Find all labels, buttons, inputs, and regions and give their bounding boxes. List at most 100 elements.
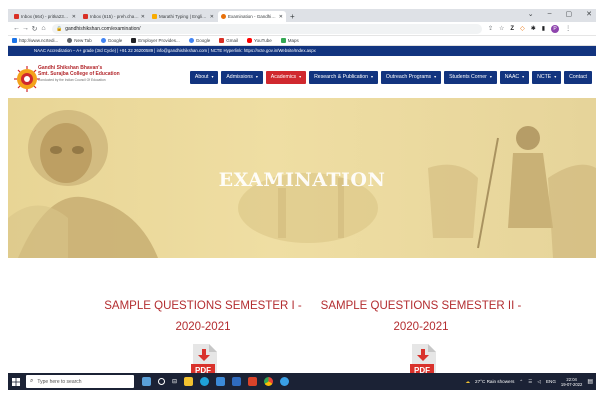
pdf-download-icon[interactable]: PDF [189, 344, 219, 375]
back-arrow-icon[interactable]: ← [12, 25, 21, 32]
nav-item-admissions[interactable]: Admissions ▾ [221, 71, 263, 84]
cortana-icon[interactable] [158, 378, 165, 385]
browser-tab-3[interactable]: Marathi Typing | English to Mar ✕ [149, 11, 217, 22]
network-icon[interactable]: ☰ [528, 379, 532, 385]
task-view-icon[interactable]: ⊟ [172, 378, 177, 385]
url-text: gandhishikshan.com/examination/ [65, 25, 141, 32]
edge-icon[interactable] [200, 377, 210, 386]
close-tab-icon[interactable]: ✕ [72, 14, 76, 20]
clock-date: 19-07-2022 [560, 381, 583, 387]
screenshot-frame: Inbox (664) - pritka23@gmail.c ✕ Inbox (… [8, 9, 596, 390]
close-tab-icon[interactable]: ✕ [141, 14, 145, 20]
college-name-block[interactable]: Gandhi Shikshan Bhavan's Smt. Surajba Co… [38, 65, 138, 82]
bookmark-star-icon[interactable]: ☆ [499, 25, 504, 32]
close-tab-icon[interactable]: ✕ [279, 14, 283, 20]
maximize-icon[interactable]: ▢ [566, 10, 573, 18]
nav-item-outreach-programs[interactable]: Outreach Programs ▾ [380, 71, 442, 84]
nav-label: NCTE [537, 74, 552, 80]
globe-icon [12, 38, 17, 43]
browser-tab-1[interactable]: Inbox (664) - pritka23@gmail.c ✕ [11, 11, 79, 22]
bookmark-label: Google [107, 38, 123, 43]
search-placeholder: Type here to search [37, 378, 82, 385]
address-bar[interactable]: 🔒 gandhishikshan.com/examination/ [52, 23, 482, 34]
reload-icon[interactable]: ↻ [30, 25, 39, 33]
gmail-icon [14, 14, 19, 19]
gmail-icon [83, 14, 88, 19]
extension-z-icon[interactable]: Z [510, 26, 514, 32]
browser-tab-strip: Inbox (664) - pritka23@gmail.c ✕ Inbox (… [8, 9, 596, 22]
language-indicator[interactable]: ENG [546, 379, 556, 384]
notification-icon[interactable]: ▤ [587, 378, 593, 385]
nav-item-naac[interactable]: NAAC ▾ [499, 71, 530, 84]
logo-line-3: Conducted by the Indian Council Of Educa… [38, 77, 106, 82]
weather-icon[interactable]: ☁ [465, 379, 470, 385]
share-icon[interactable]: ⇪ [488, 25, 493, 32]
youtube-icon [247, 38, 253, 43]
mail-icon[interactable] [232, 377, 242, 386]
forward-arrow-icon[interactable]: → [21, 25, 30, 32]
minimize-icon[interactable]: – [548, 10, 552, 18]
maps-icon [280, 38, 286, 43]
sample-questions-sem1-heading[interactable]: SAMPLE QUESTIONS SEMESTER I - 2020-2021 [88, 296, 318, 338]
browser-app-icon[interactable] [280, 377, 290, 386]
pdf-download-icon[interactable]: PDF [408, 344, 438, 375]
bookmark-item[interactable]: Google [100, 38, 123, 43]
nav-label: About [194, 74, 209, 80]
main-nav-menu: About ▾ Admissions ▾ Academics ▾ Research &… [189, 71, 592, 84]
nav-label: Contact [569, 74, 587, 80]
bookmark-item[interactable]: New Tab [67, 38, 92, 43]
windows-logo-icon [12, 377, 20, 386]
nav-item-academics[interactable]: Academics ▾ [265, 71, 307, 84]
profile-avatar-icon[interactable]: P [551, 24, 560, 33]
file-explorer-icon[interactable] [184, 377, 194, 386]
widgets-icon[interactable] [142, 377, 151, 386]
office-icon[interactable] [248, 377, 258, 386]
bookmark-item[interactable]: YouTube [247, 38, 272, 43]
bookmark-label: New Tab [74, 38, 92, 43]
sidebar-icon[interactable]: ▮ [542, 25, 545, 32]
system-tray: ☁ 27°C Rain showers ⌃ ☰ ◁ ENG 22:04 19-0… [465, 373, 593, 390]
bookmark-item[interactable]: Maps [280, 38, 299, 43]
taskbar-clock[interactable]: 22:04 19-07-2022 [561, 377, 582, 387]
weather-text[interactable]: 27°C Rain showers [475, 379, 514, 384]
nav-item-ncte[interactable]: NCTE ▾ [532, 71, 562, 84]
nav-label: Outreach Programs [385, 74, 432, 80]
gmail-icon [219, 38, 225, 43]
chevron-down-icon: ▾ [554, 75, 557, 79]
tab-search-icon[interactable]: ⌄ [528, 10, 534, 18]
browser-tab-title: Marathi Typing | English to Mar [159, 14, 208, 19]
extensions-puzzle-icon[interactable]: ✱ [531, 25, 536, 32]
bookmark-item[interactable]: Employer Provides... [131, 38, 180, 43]
sample-questions-sem2-heading[interactable]: SAMPLE QUESTIONS SEMESTER II - 2020-2021 [306, 296, 536, 338]
close-window-icon[interactable]: ✕ [586, 10, 592, 18]
bookmark-item[interactable]: http://www.ncrtedi... [12, 38, 58, 43]
nav-label: NAAC [504, 74, 520, 80]
nav-item-about[interactable]: About ▾ [189, 71, 219, 84]
google-icon [100, 38, 106, 43]
bookmark-label: Employer Provides... [138, 38, 180, 43]
chrome-icon[interactable] [264, 377, 274, 386]
windows-taskbar: ⌕ Type here to search ⊟ ☁ 27°C Rain show… [8, 373, 596, 390]
nav-item-research-publication[interactable]: Research & Publication ▾ [309, 71, 378, 84]
store-icon[interactable] [216, 377, 226, 386]
home-icon[interactable]: ⌂ [39, 25, 48, 32]
tray-overflow-icon[interactable]: ⌃ [519, 379, 523, 385]
hero-banner: EXAMINATION [8, 98, 596, 258]
windows-start-button[interactable] [8, 373, 24, 390]
search-icon: ⌕ [30, 378, 34, 384]
bookmark-item[interactable]: Google [188, 38, 210, 43]
menu-kebab-icon[interactable]: ⋮ [565, 25, 571, 32]
lock-icon[interactable]: 🔒 [56, 26, 62, 32]
close-tab-icon[interactable]: ✕ [210, 14, 214, 20]
nav-item-students-corner[interactable]: Students Corner ▾ [444, 71, 497, 84]
new-tab-button[interactable]: + [290, 12, 295, 22]
browser-tab-2[interactable]: Inbox (615) - preh.chandwani@g ✕ [80, 11, 148, 22]
extension-icon[interactable]: ◇ [520, 25, 525, 32]
browser-tab-4-active[interactable]: Examination - Gandhi Shikshan ✕ [218, 11, 286, 22]
nav-label: Admissions [226, 74, 253, 80]
taskbar-search-box[interactable]: ⌕ Type here to search [26, 375, 134, 388]
bookmark-item[interactable]: Gmail [219, 38, 238, 43]
main-content: SAMPLE QUESTIONS SEMESTER I - 2020-2021 … [8, 258, 596, 375]
nav-item-contact[interactable]: Contact [564, 71, 592, 84]
volume-icon[interactable]: ◁ [537, 379, 541, 385]
